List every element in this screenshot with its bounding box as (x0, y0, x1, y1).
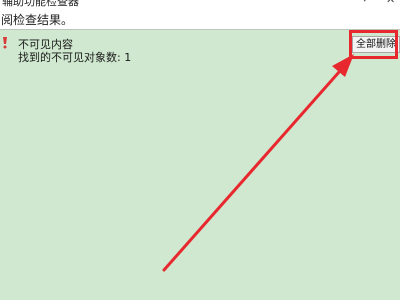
window-title: 辅助功能检查器 (2, 0, 79, 8)
pane-menu-icon[interactable]: ▾ (362, 0, 368, 5)
delete-all-button[interactable]: 全部删除 (352, 36, 400, 53)
result-count: 找到的不可见对象数: 1 (18, 51, 132, 64)
results-header: 阅检查结果。 (0, 8, 400, 30)
results-pane: 不可见内容 找到的不可见对象数: 1 全部删除 (0, 30, 400, 300)
warning-icon (3, 37, 7, 49)
close-icon[interactable]: ✕ (386, 0, 395, 6)
results-header-text: 阅检查结果。 (1, 13, 74, 27)
title-bar: 辅助功能检查器 ▾ ✕ (0, 0, 400, 8)
